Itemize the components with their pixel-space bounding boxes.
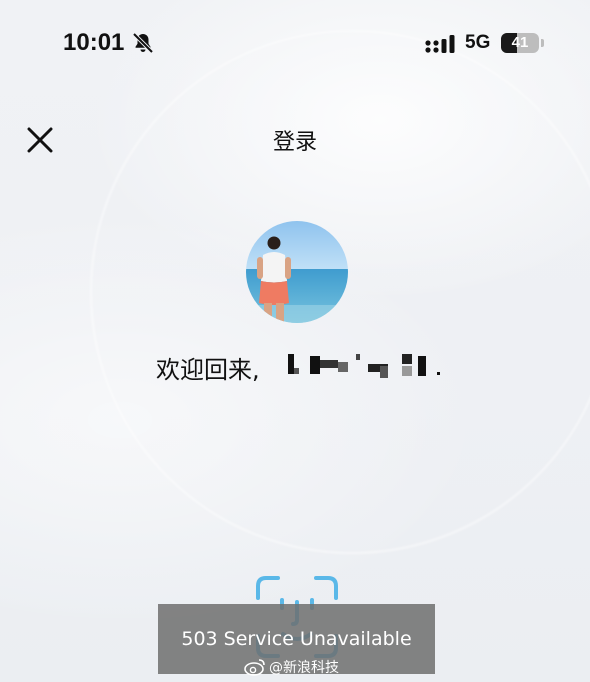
status-bar: 10:01 5G 41: [0, 0, 590, 88]
cellular-signal-icon: [425, 35, 455, 53]
redacted-username: [288, 354, 440, 378]
network-type: 5G: [465, 32, 491, 53]
avatar-photo: [246, 221, 348, 323]
watermark: @新浪科技: [244, 656, 339, 678]
battery-indicator: 41: [501, 33, 539, 53]
watermark-text: @新浪科技: [269, 660, 339, 676]
battery-cap: [541, 39, 544, 47]
status-time: 10:01: [63, 29, 125, 56]
page-title: 登录: [272, 130, 317, 155]
bell-slash-icon: [132, 32, 154, 54]
weibo-logo: [244, 659, 265, 676]
welcome-text: 欢迎回来,: [156, 356, 260, 384]
battery-level: 41: [511, 34, 529, 51]
toast-message: 503 Service Unavailable: [181, 628, 412, 650]
avatar: [246, 221, 348, 323]
